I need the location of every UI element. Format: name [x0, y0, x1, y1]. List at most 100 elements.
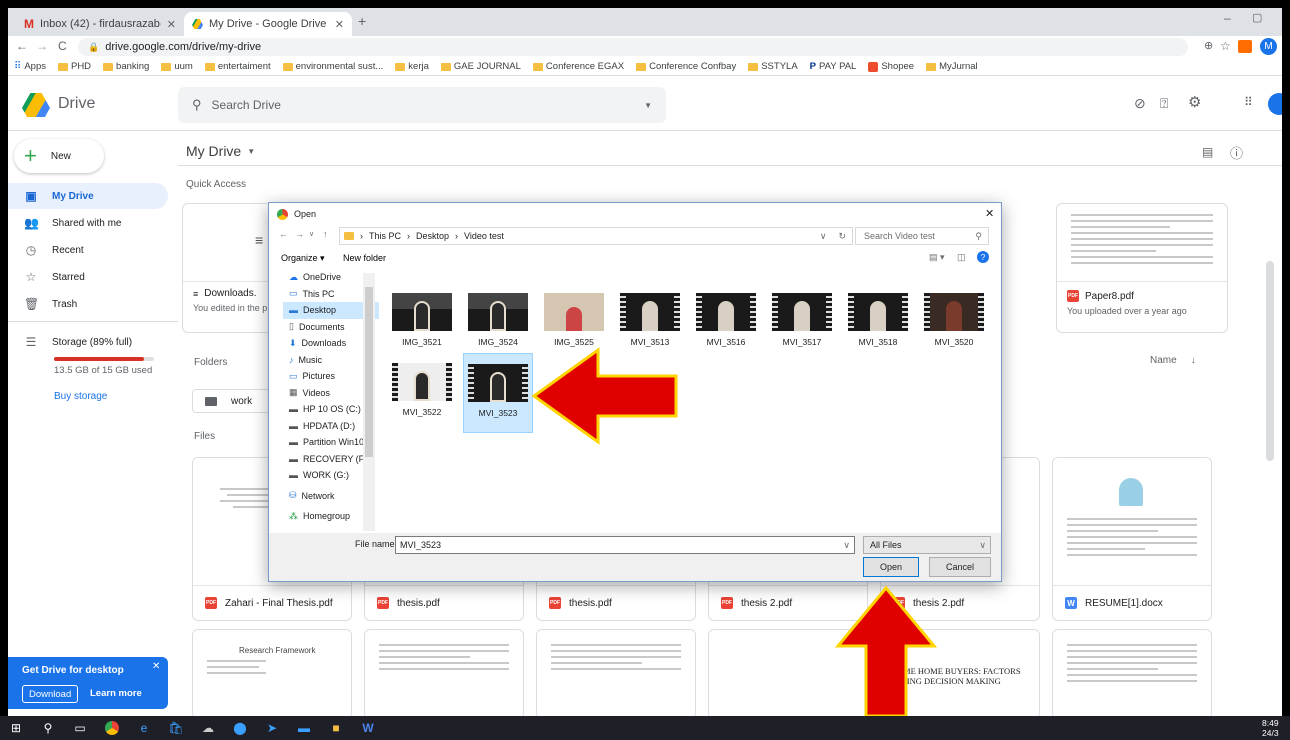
bookmark-item[interactable]: MyJurnal	[926, 61, 978, 72]
close-icon[interactable]: ✕	[167, 18, 176, 31]
help-icon[interactable]: ⍰	[1160, 95, 1168, 112]
download-button[interactable]: Download	[22, 685, 79, 703]
minimize-icon[interactable]: –	[1224, 11, 1231, 25]
windows-start-icon[interactable]: ⊞	[0, 716, 32, 740]
file-item-selected[interactable]: MVI_3523	[463, 353, 533, 433]
close-icon[interactable]: ✕	[152, 661, 160, 672]
sidebar-item-trash[interactable]: 🗑 Trash	[8, 291, 168, 317]
file-item[interactable]: MVI_3522	[387, 353, 457, 433]
breadcrumb-item[interactable]: Desktop	[416, 231, 449, 241]
sidebar-item-recent[interactable]: ◷ Recent	[8, 237, 168, 263]
chevron-down-icon[interactable]: ∨	[820, 231, 827, 242]
telegram-icon[interactable]: ➤	[256, 716, 288, 740]
breadcrumb-item[interactable]: This PC	[369, 231, 401, 241]
search-input[interactable]: ⚲ Search Drive ▼	[178, 87, 666, 123]
extension-sc-icon[interactable]	[1238, 40, 1252, 53]
info-icon[interactable]: ⓘ	[1230, 143, 1243, 162]
up-arrow-icon[interactable]: ↑	[323, 229, 328, 239]
cancel-button[interactable]: Cancel	[929, 557, 991, 577]
new-tab-icon[interactable]: +	[358, 13, 366, 29]
app-icon[interactable]: ⬤	[224, 716, 256, 740]
word-icon[interactable]: W	[352, 716, 384, 740]
sidebar-item-shared[interactable]: 👥 Shared with me	[8, 210, 168, 236]
file-card[interactable]	[364, 629, 524, 716]
preview-pane-icon[interactable]: ◫	[957, 252, 966, 263]
view-options-icon[interactable]: ▤ ▾	[929, 252, 945, 263]
account-avatar[interactable]	[1268, 93, 1282, 115]
file-item[interactable]: MVI_3518	[843, 283, 913, 363]
task-view-icon[interactable]: ▭	[64, 716, 96, 740]
chevron-down-icon[interactable]: ∨	[843, 540, 850, 551]
chrome-icon[interactable]	[96, 716, 128, 740]
file-item[interactable]: MVI_3520	[919, 283, 989, 363]
breadcrumb[interactable]: › This PC › Desktop › Video test ∨ ↻	[339, 227, 853, 245]
maximize-icon[interactable]: ▢	[1252, 11, 1262, 24]
offline-check-icon[interactable]: ⊘	[1134, 95, 1146, 112]
file-card[interactable]	[1052, 629, 1212, 716]
open-button[interactable]: Open	[863, 557, 919, 577]
scrollbar-thumb[interactable]	[365, 287, 373, 457]
chevron-down-icon[interactable]: ∨	[309, 230, 314, 238]
folder-item[interactable]: work	[192, 389, 272, 413]
tree-scrollbar[interactable]	[363, 273, 375, 531]
help-icon[interactable]: ?	[977, 251, 989, 263]
edge-icon[interactable]: e	[128, 716, 160, 740]
bookmark-apps[interactable]: ⠿ Apps	[14, 61, 46, 72]
file-item[interactable]: MVI_3517	[767, 283, 837, 363]
buy-storage-link[interactable]: Buy storage	[54, 391, 107, 402]
bookmark-paypal[interactable]: P PAY PAL	[810, 61, 857, 72]
close-icon[interactable]: ✕	[335, 18, 344, 31]
cloud-icon[interactable]: ☁	[192, 716, 224, 740]
drive-logo-icon[interactable]	[22, 93, 50, 117]
sidebar-item-starred[interactable]: ☆ Starred	[8, 264, 168, 290]
sticky-notes-icon[interactable]: ■	[320, 716, 352, 740]
sidebar-item-storage[interactable]: ☰ Storage (89% full)	[8, 329, 168, 355]
bookmark-item[interactable]: uum	[161, 61, 193, 72]
media-icon[interactable]: ▬	[288, 716, 320, 740]
file-card[interactable]	[536, 629, 696, 716]
dropdown-arrow-icon[interactable]: ▼	[644, 101, 652, 110]
sidebar-item-my-drive[interactable]: ▣ My Drive	[8, 183, 168, 209]
file-card[interactable]: Research Framework	[192, 629, 352, 716]
clock[interactable]: 8:49 24/3	[1262, 718, 1279, 738]
back-icon[interactable]: ←	[16, 39, 28, 53]
bookmark-shopee[interactable]: Shopee	[868, 61, 914, 72]
scrollbar[interactable]	[1266, 261, 1274, 461]
page-title[interactable]: My Drive ▼	[186, 143, 255, 159]
bookmark-item[interactable]: banking	[103, 61, 149, 72]
close-icon[interactable]: ✕	[985, 207, 994, 220]
bookmark-item[interactable]: environmental sust...	[282, 61, 383, 72]
back-icon[interactable]: ←	[279, 229, 288, 239]
tab-gmail[interactable]: M Inbox (42) - firdausrazab@gmail. ✕	[16, 12, 184, 36]
forward-icon[interactable]: →	[295, 229, 304, 239]
forward-icon[interactable]: →	[36, 39, 48, 53]
extension-icon[interactable]: ⊕	[1204, 39, 1213, 52]
new-button[interactable]: + New	[14, 139, 104, 173]
tab-drive[interactable]: My Drive - Google Drive ✕	[184, 12, 352, 36]
file-item[interactable]: MVI_3516	[691, 283, 761, 363]
url-field[interactable]: 🔒 drive.google.com/drive/my-drive	[78, 38, 1188, 56]
file-item[interactable]: IMG_3521	[387, 283, 457, 363]
file-item[interactable]: IMG_3524	[463, 283, 533, 363]
profile-avatar[interactable]: M	[1260, 38, 1277, 55]
settings-gear-icon[interactable]: ⚙	[1188, 93, 1201, 111]
bookmark-item[interactable]: Conference EGAX	[532, 61, 624, 72]
search-icon[interactable]: ⚲	[32, 716, 64, 740]
dialog-search-input[interactable]: Search Video test ⚲	[855, 227, 989, 245]
reload-icon[interactable]: C	[58, 39, 67, 53]
organize-menu[interactable]: Organize ▾	[281, 253, 325, 264]
quick-access-card-right[interactable]: PDF Paper8.pdf You uploaded over a year a…	[1056, 203, 1228, 333]
bookmark-item[interactable]: kerja	[395, 61, 429, 72]
new-folder-button[interactable]: New folder	[343, 253, 386, 263]
list-view-icon[interactable]: ▤	[1202, 145, 1213, 159]
bookmark-item[interactable]: GAE JOURNAL	[440, 61, 521, 72]
sort-control[interactable]: Name ↓	[1150, 355, 1196, 366]
bookmark-item[interactable]: entertaiment	[204, 61, 271, 72]
filetype-select[interactable]: All Files ∨	[863, 536, 991, 554]
breadcrumb-item[interactable]: Video test	[464, 231, 504, 241]
filename-input[interactable]: MVI_3523 ∨	[395, 536, 855, 554]
bookmark-item[interactable]: SSTYLA	[748, 61, 798, 72]
refresh-icon[interactable]: ↻	[832, 231, 852, 242]
apps-grid-icon[interactable]: ⠿	[1244, 95, 1253, 109]
file-card[interactable]: W RESUME[1].docx	[1052, 457, 1212, 621]
